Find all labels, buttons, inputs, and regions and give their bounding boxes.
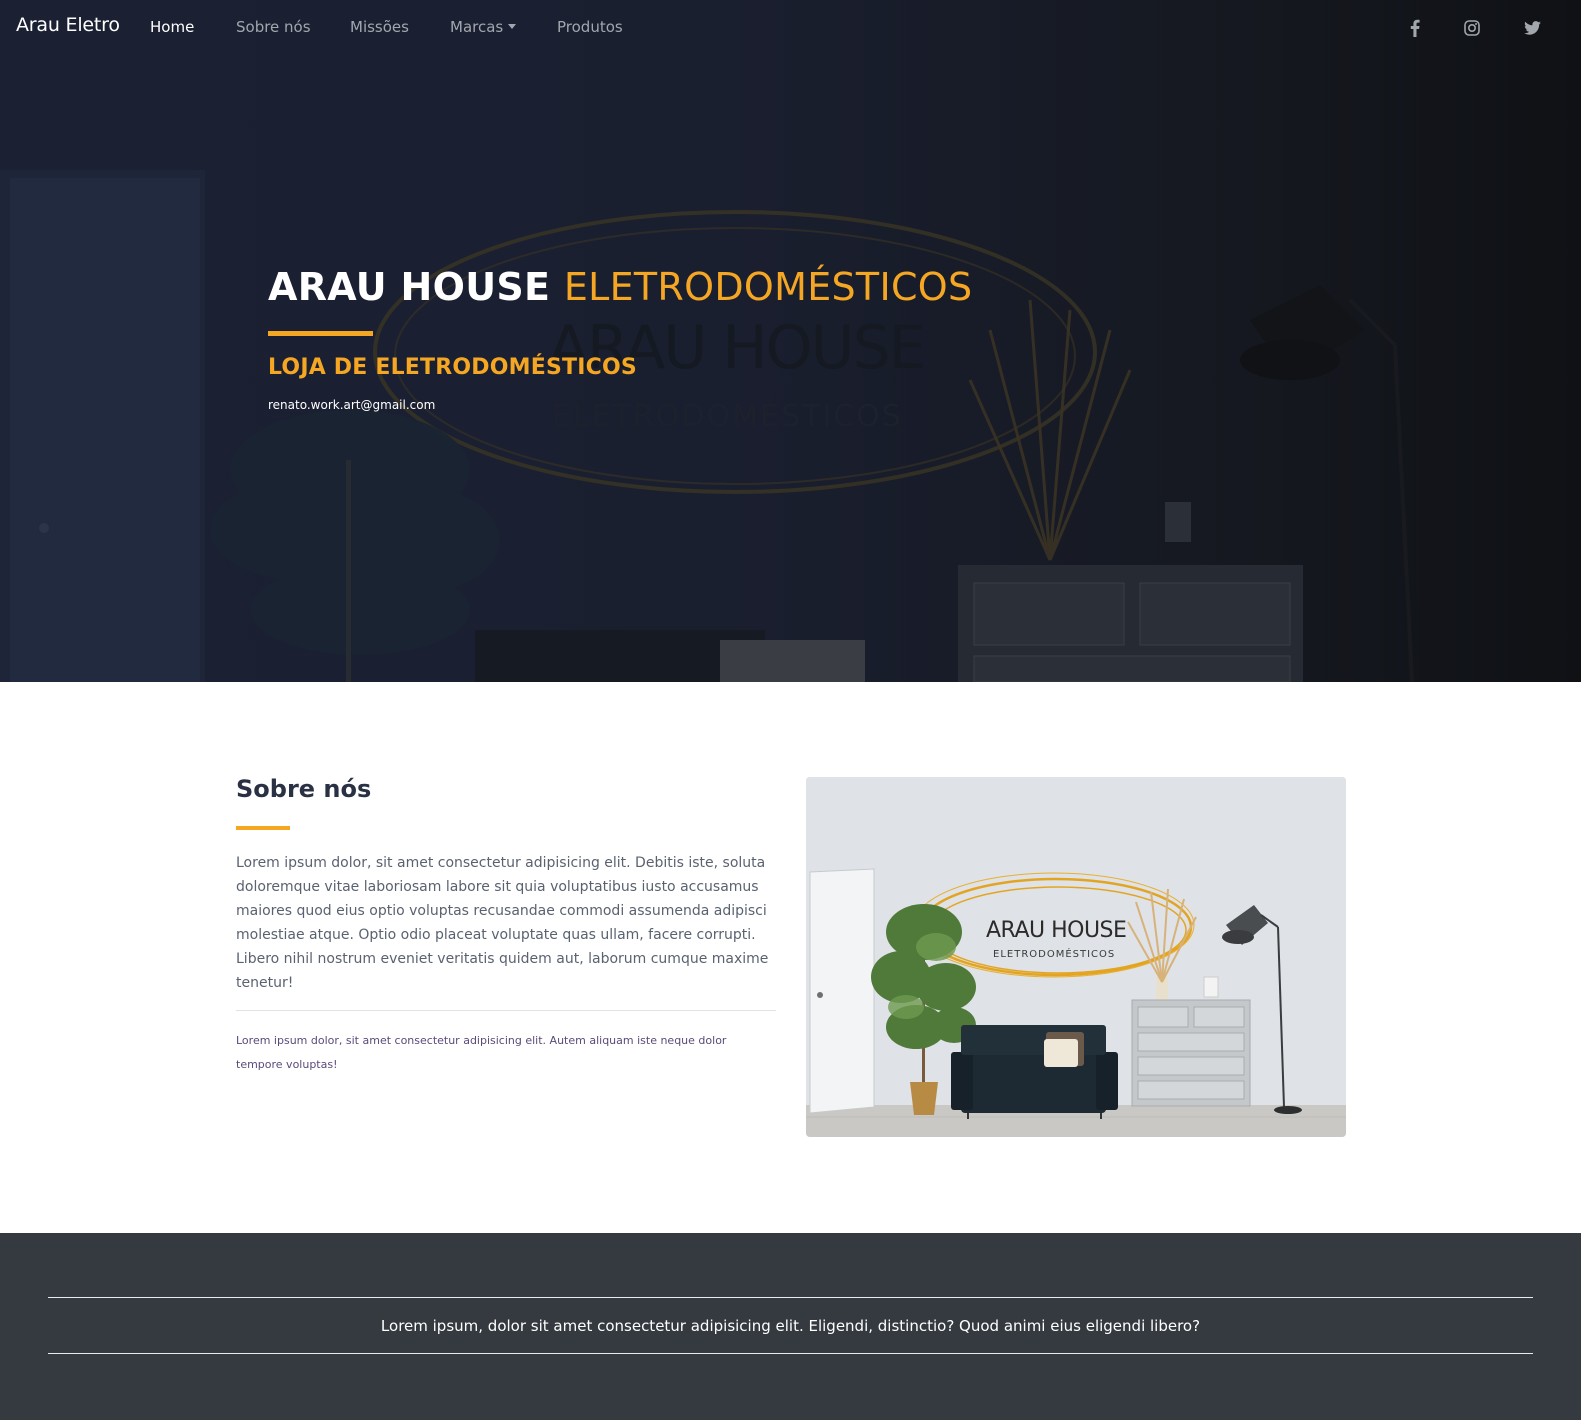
nav-link-home[interactable]: Home — [150, 18, 194, 36]
footer-text: Lorem ipsum, dolor sit amet consectetur … — [380, 1317, 1201, 1335]
nav-link-missoes[interactable]: Missões — [350, 18, 409, 36]
twitter-icon[interactable] — [1521, 17, 1543, 39]
footer: Lorem ipsum, dolor sit amet consectetur … — [0, 1233, 1581, 1420]
about-divider — [236, 1010, 776, 1011]
about-small-text: Lorem ipsum dolor, sit amet consectetur … — [236, 1034, 727, 1071]
hero-background-image: ARAU HOUSE ELETRODOMÉSTICOS — [0, 170, 1414, 682]
image-logo-text: ARAU HOUSE — [986, 918, 1126, 943]
about-paragraph: Lorem ipsum dolor, sit amet consectetur … — [236, 855, 769, 991]
instagram-icon[interactable] — [1461, 17, 1483, 39]
footer-top-divider — [48, 1297, 1533, 1298]
facebook-icon[interactable] — [1404, 17, 1426, 39]
nav-link-produtos[interactable]: Produtos — [557, 18, 623, 36]
hero-accent-bar — [268, 331, 373, 336]
about-accent-bar — [236, 826, 290, 830]
hero-title-main: ARAU HOUSE — [268, 265, 551, 309]
caret-down-icon — [508, 24, 517, 29]
navbar: Arau Eletro Home Sobre nós Missões Marca… — [0, 0, 1581, 55]
about-title: Sobre nós — [236, 775, 372, 803]
hero-section: ARAU HOUSE ELETRODOMÉSTICOS Arau Eletro … — [0, 0, 1581, 682]
hero-title-accent: ELETRODOMÉSTICOS — [563, 265, 973, 309]
footer-bottom-divider — [48, 1353, 1533, 1354]
hero-email: renato.work.art@gmail.com — [268, 398, 436, 412]
nav-link-marcas-dropdown[interactable]: Marcas — [450, 18, 517, 36]
about-image: ARAU HOUSE ELETRODOMÉSTICOS — [806, 777, 1346, 1137]
hero-title: ARAU HOUSE ELETRODOMÉSTICOS — [268, 264, 972, 310]
about-room-illustration: ARAU HOUSE ELETRODOMÉSTICOS — [806, 777, 1346, 1137]
image-logo-subtext: ELETRODOMÉSTICOS — [993, 947, 1115, 960]
brand-link[interactable]: Arau Eletro — [16, 14, 120, 36]
nav-link-sobre-nos[interactable]: Sobre nós — [236, 18, 311, 36]
nav-link-marcas-label: Marcas — [450, 18, 504, 36]
hero-subtitle: LOJA DE ELETRODOMÉSTICOS — [268, 355, 637, 380]
svg-text:ELETRODOMÉSTICOS: ELETRODOMÉSTICOS — [552, 398, 903, 434]
